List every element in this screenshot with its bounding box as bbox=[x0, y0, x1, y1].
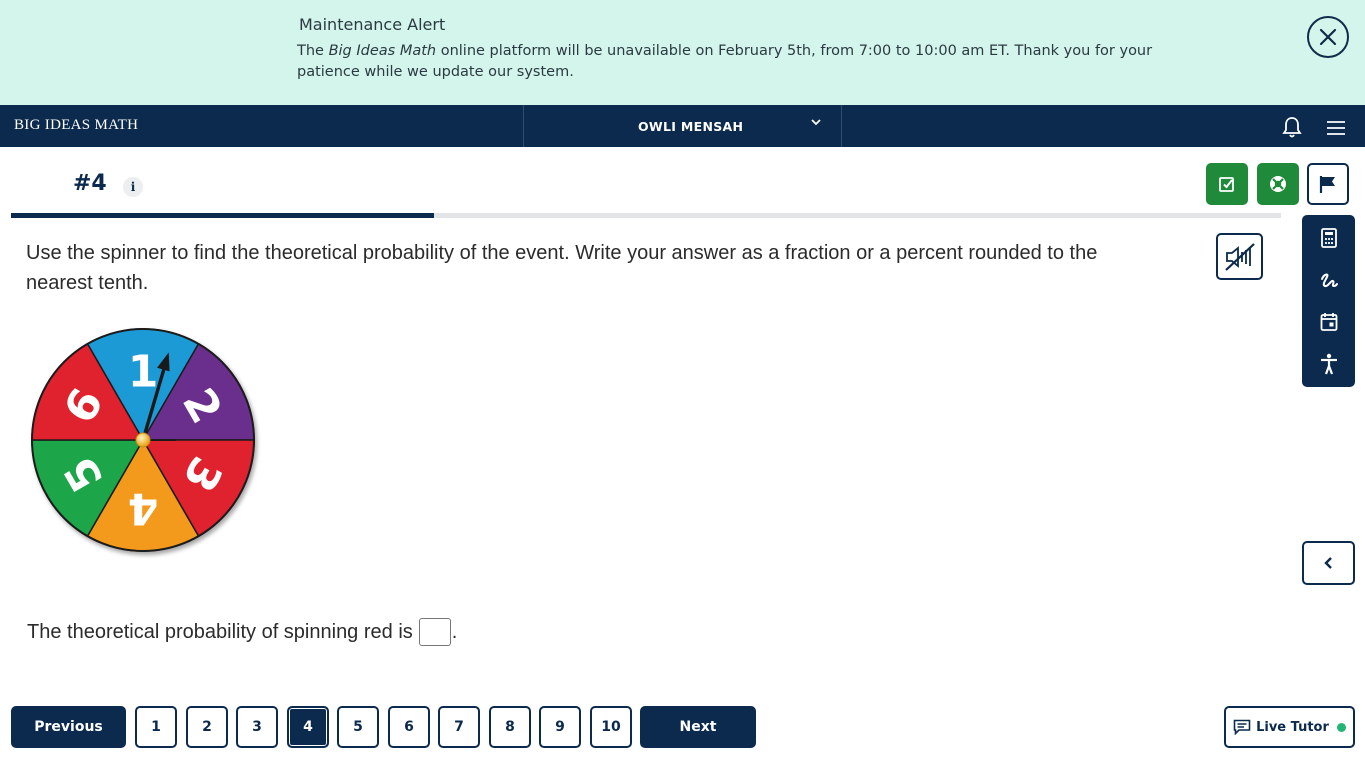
spinner-hub bbox=[135, 432, 151, 448]
accessibility-tool[interactable] bbox=[1302, 343, 1355, 385]
chevron-down-icon bbox=[811, 119, 821, 126]
accessibility-icon bbox=[1320, 353, 1337, 375]
previous-button[interactable]: Previous bbox=[11, 706, 126, 748]
tools-sidebar bbox=[1302, 215, 1355, 387]
spinner-label-1: 1 bbox=[128, 347, 159, 398]
progress-fill bbox=[11, 213, 434, 218]
close-icon bbox=[1319, 28, 1337, 46]
calculator-tool[interactable] bbox=[1302, 217, 1355, 259]
alert-message: The Big Ideas Math online platform will … bbox=[297, 43, 1153, 80]
lifebuoy-icon bbox=[1270, 176, 1286, 192]
user-name: OWLI MENSAH bbox=[638, 119, 744, 134]
page-button-5[interactable]: 5 bbox=[337, 706, 379, 748]
online-status-dot bbox=[1336, 722, 1346, 732]
spinner-image: 123456 bbox=[31, 328, 255, 552]
answer-input[interactable] bbox=[418, 618, 451, 646]
live-tutor-button[interactable]: Live Tutor bbox=[1224, 706, 1355, 748]
user-menu[interactable]: OWLI MENSAH bbox=[523, 105, 842, 147]
page-button-2[interactable]: 2 bbox=[186, 706, 228, 748]
audio-button[interactable] bbox=[1216, 233, 1263, 280]
answer-sentence: The theoretical probability of spinning … bbox=[27, 618, 457, 646]
collapse-panel-button[interactable] bbox=[1302, 541, 1355, 585]
menu-icon[interactable] bbox=[1326, 120, 1346, 136]
calendar-tool[interactable] bbox=[1302, 301, 1355, 343]
page-button-3[interactable]: 3 bbox=[236, 706, 278, 748]
page-button-7[interactable]: 7 bbox=[438, 706, 480, 748]
live-tutor-label: Live Tutor bbox=[1256, 719, 1329, 735]
answer-prompt: The theoretical probability of spinning … bbox=[27, 620, 413, 643]
progress-bar bbox=[11, 213, 1281, 218]
page-button-8[interactable]: 8 bbox=[489, 706, 531, 748]
question-text: Use the spinner to find the theoretical … bbox=[26, 242, 1098, 294]
question-number: #4 bbox=[73, 171, 107, 196]
audio-muted-icon bbox=[1224, 242, 1255, 271]
check-square-icon bbox=[1219, 177, 1234, 192]
question-info-button[interactable]: i bbox=[123, 177, 143, 197]
chevron-left-icon bbox=[1323, 557, 1332, 569]
maintenance-alert: Maintenance Alert The Big Ideas Math onl… bbox=[0, 0, 1365, 105]
spinner-label-4: 4 bbox=[128, 483, 159, 534]
page-button-6[interactable]: 6 bbox=[388, 706, 430, 748]
alert-close-button[interactable] bbox=[1307, 16, 1349, 58]
sketchpad-tool[interactable] bbox=[1302, 259, 1355, 301]
calendar-icon bbox=[1320, 313, 1337, 331]
brand-logo[interactable]: BIG IDEAS MATH bbox=[14, 117, 138, 134]
calculator-icon bbox=[1320, 228, 1337, 248]
flag-question-button[interactable] bbox=[1307, 163, 1349, 205]
page-button-1[interactable]: 1 bbox=[135, 706, 177, 748]
scribble-icon bbox=[1320, 273, 1338, 288]
top-navigation: BIG IDEAS MATH OWLI MENSAH bbox=[0, 105, 1365, 147]
bell-icon[interactable] bbox=[1281, 115, 1303, 139]
help-button[interactable] bbox=[1257, 163, 1299, 205]
page-button-4[interactable]: 4 bbox=[287, 706, 329, 748]
answer-suffix: . bbox=[451, 620, 458, 643]
next-button[interactable]: Next bbox=[640, 706, 756, 748]
alert-title: Maintenance Alert bbox=[299, 15, 446, 34]
page-button-10[interactable]: 10 bbox=[590, 706, 632, 748]
page-button-9[interactable]: 9 bbox=[539, 706, 581, 748]
chat-icon bbox=[1233, 719, 1251, 735]
flag-icon bbox=[1319, 176, 1335, 193]
check-answer-button[interactable] bbox=[1206, 163, 1248, 205]
